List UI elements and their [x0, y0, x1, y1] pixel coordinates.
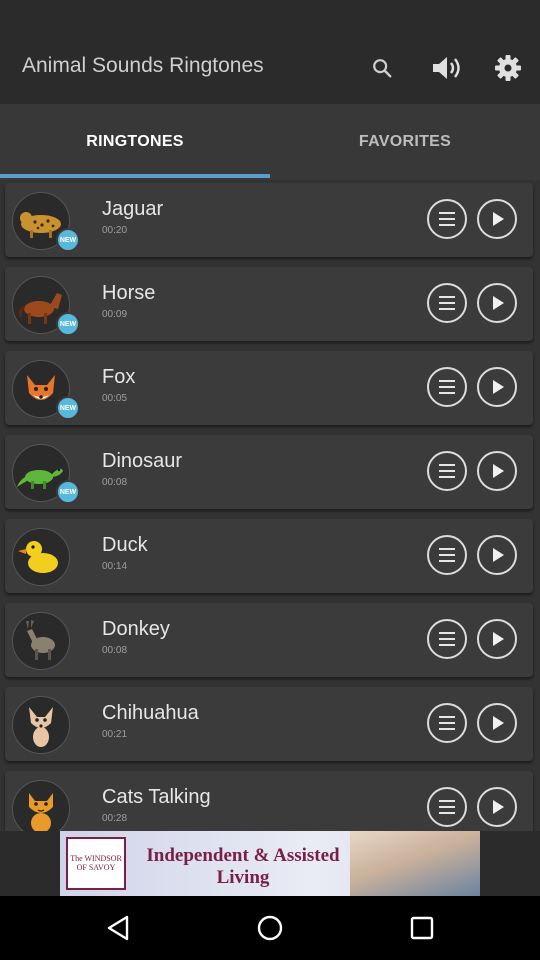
volume-icon[interactable] — [430, 52, 464, 84]
ringtone-duration: 00:08 — [102, 645, 128, 656]
ad-photo — [350, 831, 480, 896]
duck-icon — [12, 528, 70, 586]
menu-icon[interactable] — [427, 199, 467, 239]
ringtone-name: Duck — [102, 534, 148, 556]
ringtone-name: Fox — [102, 366, 136, 388]
play-icon[interactable] — [477, 199, 517, 239]
recents-icon[interactable] — [406, 912, 438, 944]
ringtone-duration: 00:14 — [102, 561, 128, 572]
system-nav-bar — [0, 896, 540, 960]
ad-logo: The WINDSOR OF SAVOY — [66, 837, 126, 890]
list-item[interactable]: Donkey 00:08 — [5, 603, 533, 677]
ad-area: The WINDSOR OF SAVOY Independent & Assis… — [0, 831, 540, 896]
play-icon[interactable] — [477, 619, 517, 659]
menu-icon[interactable] — [427, 619, 467, 659]
tab-bar: RINGTONES FAVORITES — [0, 104, 540, 180]
ringtone-name: Chihuahua — [102, 702, 199, 724]
list-item[interactable]: NEW Jaguar 00:20 — [5, 183, 533, 257]
list-item[interactable]: NEW Dinosaur 00:08 — [5, 435, 533, 509]
ringtone-duration: 00:08 — [102, 477, 128, 488]
app-bar: Animal Sounds Ringtones — [0, 0, 540, 104]
new-badge: NEW — [56, 480, 80, 504]
chihuahua-icon — [12, 696, 70, 754]
search-icon[interactable] — [365, 52, 399, 84]
ringtone-duration: 00:05 — [102, 393, 128, 404]
ad-banner[interactable]: The WINDSOR OF SAVOY Independent & Assis… — [60, 831, 480, 896]
play-icon[interactable] — [477, 451, 517, 491]
list-item[interactable]: NEW Fox 00:05 — [5, 351, 533, 425]
list-item[interactable]: Duck 00:14 — [5, 519, 533, 593]
play-icon[interactable] — [477, 367, 517, 407]
back-icon[interactable] — [102, 912, 134, 944]
list-item[interactable]: NEW Horse 00:09 — [5, 267, 533, 341]
menu-icon[interactable] — [427, 367, 467, 407]
ringtone-duration: 00:09 — [102, 309, 128, 320]
menu-icon[interactable] — [427, 535, 467, 575]
tab-favorites[interactable]: FAVORITES — [270, 104, 540, 180]
play-icon[interactable] — [477, 283, 517, 323]
new-badge: NEW — [56, 396, 80, 420]
ringtone-list[interactable]: NEW Jaguar 00:20 NEW Horse 00:09 NEW Fox… — [0, 180, 540, 831]
list-item[interactable]: Cats Talking 00:28 — [5, 771, 533, 831]
active-tab-indicator — [0, 174, 270, 178]
ad-headline: Independent & Assisted Living — [146, 845, 340, 888]
ringtone-name: Cats Talking — [102, 786, 211, 808]
new-badge: NEW — [56, 228, 80, 252]
play-icon[interactable] — [477, 535, 517, 575]
ringtone-name: Donkey — [102, 618, 170, 640]
new-badge: NEW — [56, 312, 80, 336]
app-title: Animal Sounds Ringtones — [22, 54, 264, 77]
ringtone-duration: 00:21 — [102, 729, 128, 740]
menu-icon[interactable] — [427, 703, 467, 743]
ringtone-name: Dinosaur — [102, 450, 183, 472]
cat-icon — [12, 780, 70, 831]
list-item[interactable]: Chihuahua 00:21 — [5, 687, 533, 761]
ringtone-name: Horse — [102, 282, 156, 304]
menu-icon[interactable] — [427, 451, 467, 491]
play-icon[interactable] — [477, 703, 517, 743]
menu-icon[interactable] — [427, 283, 467, 323]
donkey-icon — [12, 612, 70, 670]
tab-ringtones[interactable]: RINGTONES — [0, 104, 270, 180]
play-icon[interactable] — [477, 787, 517, 827]
ringtone-duration: 00:28 — [102, 813, 128, 824]
home-icon[interactable] — [254, 912, 286, 944]
menu-icon[interactable] — [427, 787, 467, 827]
ringtone-name: Jaguar — [102, 198, 164, 220]
ringtone-duration: 00:20 — [102, 225, 128, 236]
gear-icon[interactable] — [491, 52, 525, 84]
